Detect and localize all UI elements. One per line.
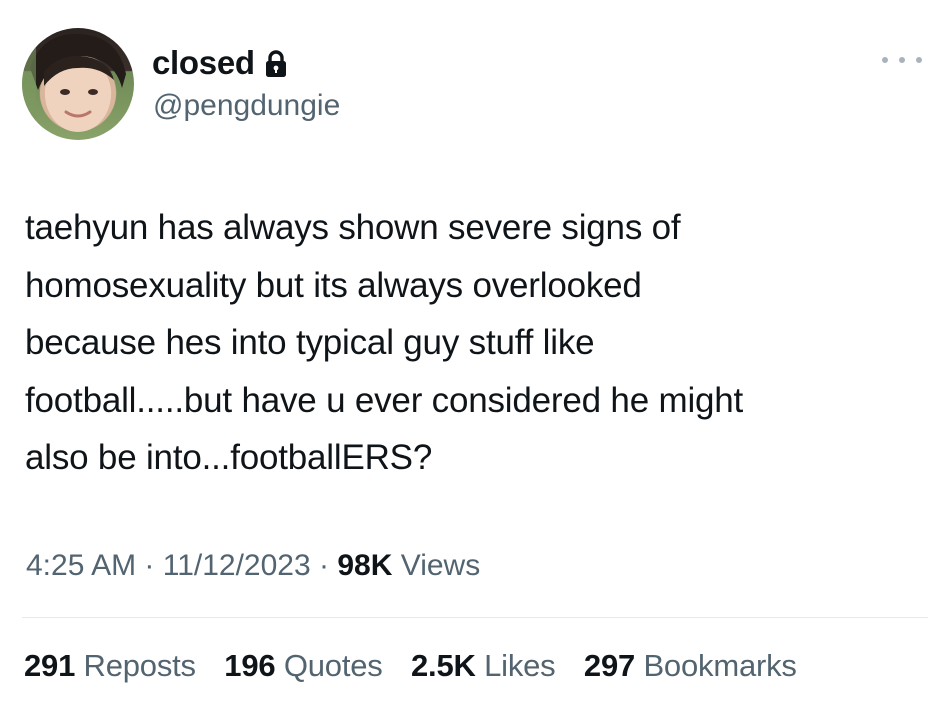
views-count: 98K [337, 549, 393, 582]
more-dot-icon [899, 57, 905, 63]
bookmarks-label: Bookmarks [635, 648, 797, 683]
more-dot-icon [882, 57, 888, 63]
author-display-name[interactable]: closed [152, 43, 255, 83]
meta-separator: · [310, 549, 338, 582]
likes-count: 2.5K [411, 648, 476, 683]
tweet-meta: 4:25 AM · 11/12/2023 · 98K Views [26, 546, 480, 586]
quotes-count: 196 [224, 648, 276, 683]
bookmarks-count: 297 [583, 648, 636, 683]
reposts-stat[interactable]: 291 Reposts [24, 648, 196, 683]
tweet-text: taehyun has always shown severe signs of… [25, 208, 744, 477]
likes-label: Likes [475, 648, 556, 683]
avatar-photo [22, 28, 126, 140]
tweet-date[interactable]: 11/12/2023 [163, 549, 311, 582]
divider [22, 617, 928, 618]
engagement-stats: 291 Reposts 196 Quotes 2.5K Likes 297 Bo… [24, 646, 797, 686]
more-options-icon[interactable] [882, 50, 922, 70]
lock-icon [263, 49, 289, 79]
reposts-count: 291 [24, 648, 76, 683]
quotes-stat[interactable]: 196 Quotes [224, 648, 382, 683]
reposts-label: Reposts [75, 648, 197, 683]
tweet-time[interactable]: 4:25 AM [26, 549, 136, 582]
quotes-label: Quotes [275, 648, 383, 683]
meta-separator: · [136, 549, 163, 582]
bookmarks-stat[interactable]: 297 Bookmarks [584, 648, 797, 683]
avatar[interactable] [22, 28, 134, 140]
author-handle[interactable]: @pengdungie [153, 88, 340, 124]
more-dot-icon [916, 57, 922, 63]
author-name-row: closed [152, 43, 289, 83]
likes-stat[interactable]: 2.5K Likes [411, 648, 556, 683]
views-label: Views [392, 549, 481, 582]
